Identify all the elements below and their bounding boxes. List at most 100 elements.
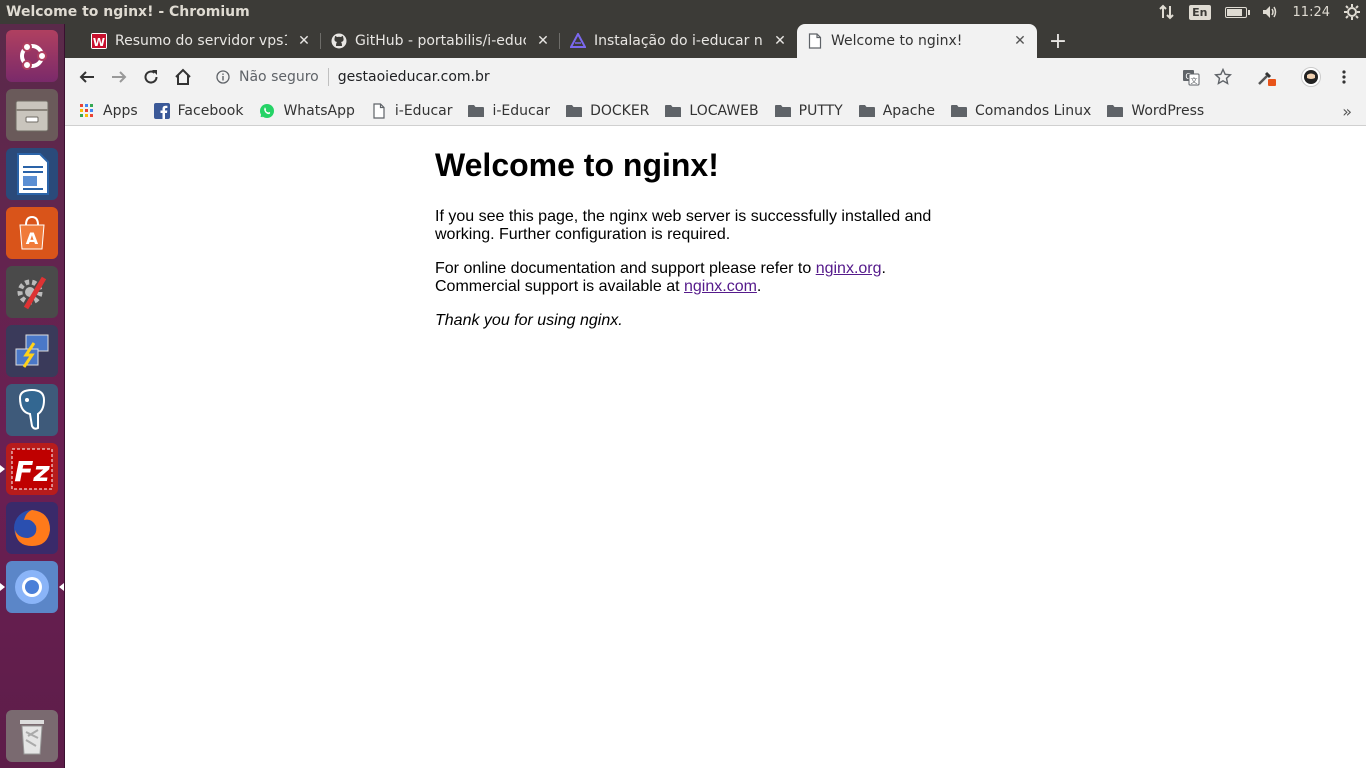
bookmark-label: WhatsApp (283, 102, 355, 119)
translate-button[interactable]: G文 (1178, 64, 1204, 90)
tab-welcome-nginx[interactable]: Welcome to nginx! ✕ (797, 24, 1037, 58)
extension-button[interactable] (1253, 64, 1279, 90)
bookmark-ieducar-page[interactable]: i-Educar (371, 102, 453, 119)
top-panel: Welcome to nginx! - Chromium En 11:24 (0, 0, 1366, 24)
bookmark-whatsapp[interactable]: WhatsApp (259, 102, 355, 119)
docs-text: For online documentation and support ple… (435, 260, 816, 277)
bookmark-folder-comandos-linux[interactable]: Comandos Linux (950, 102, 1092, 119)
bookmark-folder-ieducar[interactable]: i-Educar (468, 103, 550, 119)
close-icon[interactable]: ✕ (771, 32, 789, 50)
security-status[interactable]: Não seguro (239, 69, 319, 85)
folder-icon (774, 103, 791, 119)
unity-launcher: A Fz (0, 24, 65, 768)
page-content: Welcome to nginx! If you see this page, … (65, 127, 1366, 768)
menu-button[interactable] (1331, 64, 1357, 90)
svg-text:Fz: Fz (14, 455, 50, 488)
indicator-area: En 11:24 (1159, 0, 1360, 24)
thanks-paragraph: Thank you for using nginx. (435, 312, 955, 330)
bookmark-apps[interactable]: Apps (79, 103, 138, 119)
bookmark-facebook[interactable]: Facebook (153, 102, 244, 119)
arrow-left-icon (79, 71, 94, 83)
tab-title: Instalação do i-educar nu (594, 33, 763, 49)
bookmark-label: Facebook (177, 102, 244, 119)
translate-icon: G文 (1183, 70, 1200, 86)
bookmark-label: LOCAWEB (689, 102, 759, 119)
bookmark-folder-docker[interactable]: DOCKER (566, 103, 649, 119)
close-icon[interactable]: ✕ (534, 32, 552, 50)
software-center-icon[interactable]: A (6, 207, 58, 259)
nginx-org-link[interactable]: nginx.org (816, 260, 882, 277)
bookmark-folder-putty[interactable]: PUTTY (774, 102, 843, 119)
tab-title: Welcome to nginx! (831, 33, 963, 49)
tab-strip: W Resumo do servidor vps1 ✕ GitHub - por… (65, 24, 1366, 58)
firefox-icon[interactable] (6, 502, 58, 554)
bookmarks-bar: Apps Facebook WhatsApp i-Educar i-Educar… (65, 96, 1366, 126)
files-icon[interactable] (6, 89, 58, 141)
tab-github[interactable]: GitHub - portabilis/i-educ ✕ (321, 24, 560, 58)
address-bar[interactable]: Não seguro gestaoieducar.com.br (207, 62, 1243, 92)
folder-icon (665, 103, 682, 119)
extension-eyedropper-icon (1258, 71, 1276, 86)
url-text[interactable]: gestaoieducar.com.br (338, 69, 490, 85)
window-title: Welcome to nginx! - Chromium (6, 4, 250, 20)
intro-paragraph: If you see this page, the nginx web serv… (435, 208, 932, 243)
bookmark-label: Apache (882, 102, 935, 119)
commercial-text: Commercial support is available at (435, 278, 684, 295)
reload-icon (144, 70, 158, 84)
back-button[interactable] (74, 64, 100, 90)
filezilla-icon[interactable]: Fz (0, 443, 58, 495)
bookmark-folder-wordpress[interactable]: WordPress (1107, 103, 1204, 119)
remote-desktop-icon[interactable] (6, 325, 58, 377)
svg-text:W: W (93, 36, 105, 49)
settings-gear-icon[interactable] (1344, 4, 1360, 20)
docs-paragraph: For online documentation and support ple… (435, 260, 955, 296)
apps-grid-icon (79, 103, 95, 119)
system-settings-icon[interactable] (6, 266, 58, 318)
triangle-logo-icon (570, 33, 586, 49)
chromium-icon[interactable] (0, 561, 64, 613)
folder-icon (1107, 103, 1124, 119)
ubuntu-dash-icon[interactable] (6, 30, 58, 82)
kebab-menu-icon (1342, 70, 1346, 84)
bookmark-label: WordPress (1131, 102, 1205, 119)
new-tab-button[interactable]: + (1046, 29, 1070, 54)
keyboard-layout-icon[interactable]: En (1189, 4, 1211, 20)
page-icon (807, 33, 823, 49)
postgresql-icon[interactable] (6, 384, 58, 436)
close-icon[interactable]: ✕ (295, 32, 313, 50)
forward-button[interactable] (106, 64, 132, 90)
svg-text:A: A (26, 229, 39, 248)
bookmark-label: i-Educar (394, 102, 453, 119)
thanks-text: Thank you for using nginx. (435, 312, 623, 329)
volume-icon[interactable] (1261, 4, 1279, 20)
page-icon (371, 102, 387, 119)
commercial-text-end: . (756, 278, 762, 295)
clock[interactable]: 11:24 (1293, 5, 1330, 20)
info-icon[interactable] (215, 69, 231, 85)
home-button[interactable] (170, 64, 196, 90)
battery-icon[interactable] (1224, 6, 1250, 18)
bookmarks-overflow-button[interactable]: » (1342, 102, 1352, 121)
trash-icon[interactable] (6, 710, 58, 762)
arrow-right-icon (112, 71, 127, 83)
bookmark-folder-locaweb[interactable]: LOCAWEB (665, 102, 759, 119)
profile-button[interactable] (1298, 64, 1324, 90)
network-arrows-icon[interactable] (1159, 4, 1175, 20)
nginx-com-link[interactable]: nginx.com (684, 278, 757, 295)
bookmark-star-button[interactable] (1210, 64, 1236, 90)
bookmark-label: Comandos Linux (974, 102, 1092, 119)
tab-instalacao-ieducar[interactable]: Instalação do i-educar nu ✕ (560, 24, 797, 58)
home-icon (175, 68, 191, 85)
bookmark-label: DOCKER (590, 102, 650, 119)
bookmark-label: Apps (103, 102, 138, 119)
reload-button[interactable] (138, 64, 164, 90)
tab-resumo-servidor[interactable]: W Resumo do servidor vps1 ✕ (81, 24, 321, 58)
close-icon[interactable]: ✕ (1011, 32, 1029, 50)
avatar-icon (1301, 67, 1321, 87)
wordpress-w-icon: W (91, 33, 107, 49)
libreoffice-writer-icon[interactable] (6, 148, 58, 200)
nginx-welcome: Welcome to nginx! If you see this page, … (435, 147, 955, 346)
bookmark-label: PUTTY (798, 102, 843, 119)
bookmark-folder-apache[interactable]: Apache (858, 102, 935, 119)
docs-text-end: . (881, 260, 886, 277)
